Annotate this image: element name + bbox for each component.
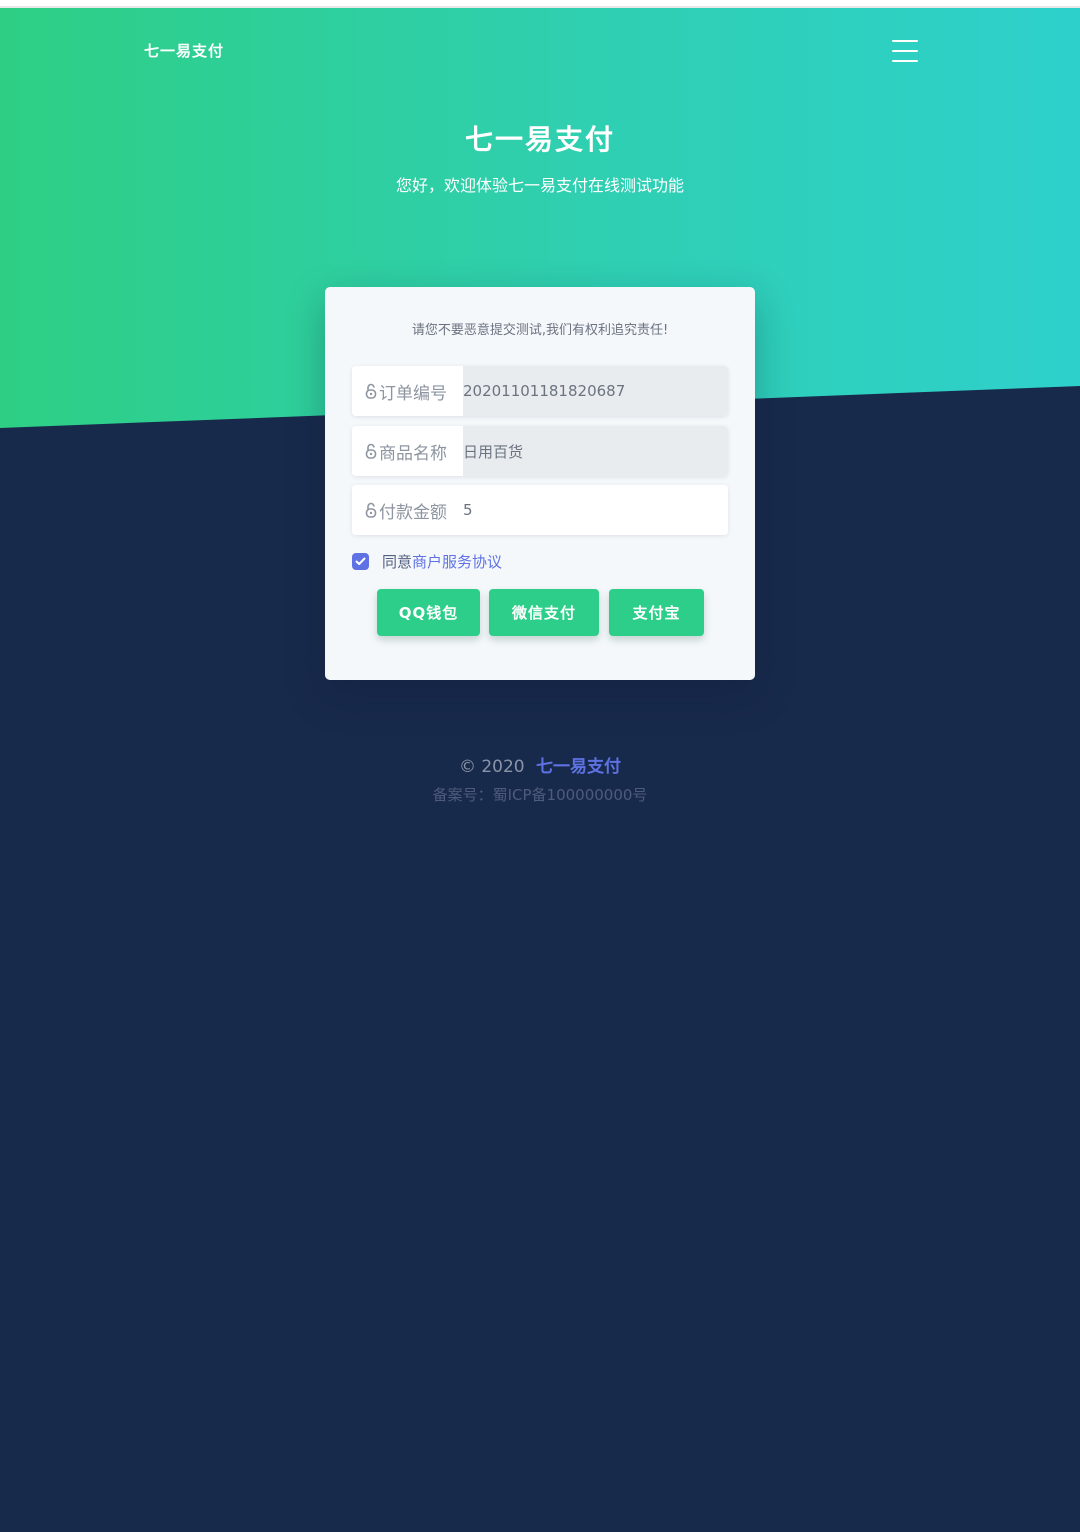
product-name-addon: 商品名称	[352, 426, 463, 476]
footer-copyright-line: © 2020 七一易支付	[0, 752, 1080, 777]
payment-form-card: 请您不要恶意提交测试,我们有权利追究责任! 订单编号 商品名称	[325, 287, 755, 680]
service-agreement-link[interactable]: 商户服务协议	[412, 551, 502, 572]
navbar-brand[interactable]: 七一易支付	[144, 40, 224, 61]
amount-addon: 付款金额	[352, 485, 463, 535]
qq-wallet-button[interactable]: QQ钱包	[377, 589, 480, 636]
warning-text: 请您不要恶意提交测试,我们有权利追究责任!	[411, 323, 669, 338]
product-name-label: 商品名称	[379, 443, 447, 464]
agreement-row: 同意 商户服务协议	[352, 551, 502, 572]
page: 七一易支付 七一易支付 您好，欢迎体验七一易支付在线测试功能 请您不要恶意提交测…	[0, 0, 1080, 1532]
hero-subtitle: 您好，欢迎体验七一易支付在线测试功能	[395, 176, 684, 195]
product-name-input[interactable]	[463, 426, 728, 476]
lock-icon	[365, 383, 377, 399]
order-number-field: 订单编号	[352, 366, 728, 416]
icp-record[interactable]: 备案号：蜀ICP备100000000号	[0, 784, 1080, 805]
agree-text: 同意	[382, 553, 413, 571]
order-number-addon: 订单编号	[352, 366, 463, 416]
footer-brand-link[interactable]: 七一易支付	[536, 757, 621, 777]
footer-copyright: © 2020	[458, 757, 525, 777]
order-number-label: 订单编号	[379, 383, 447, 404]
checkmark-icon	[355, 557, 366, 565]
product-name-field: 商品名称	[352, 426, 728, 476]
hamburger-menu-icon[interactable]	[889, 36, 921, 66]
lock-icon	[365, 502, 377, 518]
hero-title: 七一易支付	[464, 123, 615, 156]
amount-input[interactable]	[463, 485, 728, 535]
amount-label: 付款金额	[379, 502, 447, 523]
alipay-button[interactable]: 支付宝	[609, 589, 704, 636]
amount-field: 付款金额	[352, 485, 728, 535]
order-number-input[interactable]	[463, 366, 728, 416]
lock-icon	[365, 443, 377, 459]
browser-top-strip	[0, 0, 1080, 8]
wechat-pay-button[interactable]: 微信支付	[489, 589, 599, 636]
agree-checkbox[interactable]	[352, 553, 369, 570]
